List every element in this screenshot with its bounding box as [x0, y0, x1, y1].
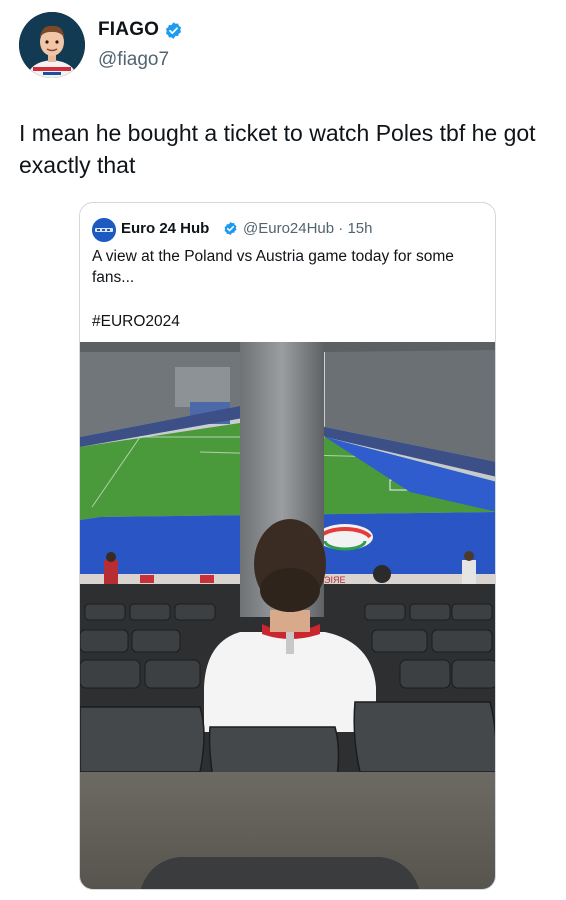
quote-avatar	[92, 218, 116, 242]
hashtag-link[interactable]: #EURO2024	[92, 313, 180, 331]
quote-text: A view at the Poland vs Austria game tod…	[92, 248, 454, 286]
avatar-image	[19, 12, 85, 78]
author-handle[interactable]: @fiago7	[98, 49, 169, 71]
verified-badge-icon	[223, 221, 238, 236]
quoted-tweet-card[interactable]: Euro 24 Hub @Euro24Hub · 15h A view at t…	[79, 202, 496, 890]
signage-text: ЭIЯЕ	[324, 575, 345, 585]
tweet-text: I mean he bought a ticket to watch Poles…	[19, 120, 536, 178]
quote-handle-time: @Euro24Hub · 15h	[243, 220, 373, 237]
quote-author-name[interactable]: Euro 24 Hub	[121, 220, 209, 237]
avatar[interactable]	[19, 12, 85, 78]
stadium-photo[interactable]: ЭIЯЕ	[80, 342, 495, 889]
author-name[interactable]: FIAGO	[98, 19, 159, 41]
verified-badge-icon	[164, 21, 183, 40]
